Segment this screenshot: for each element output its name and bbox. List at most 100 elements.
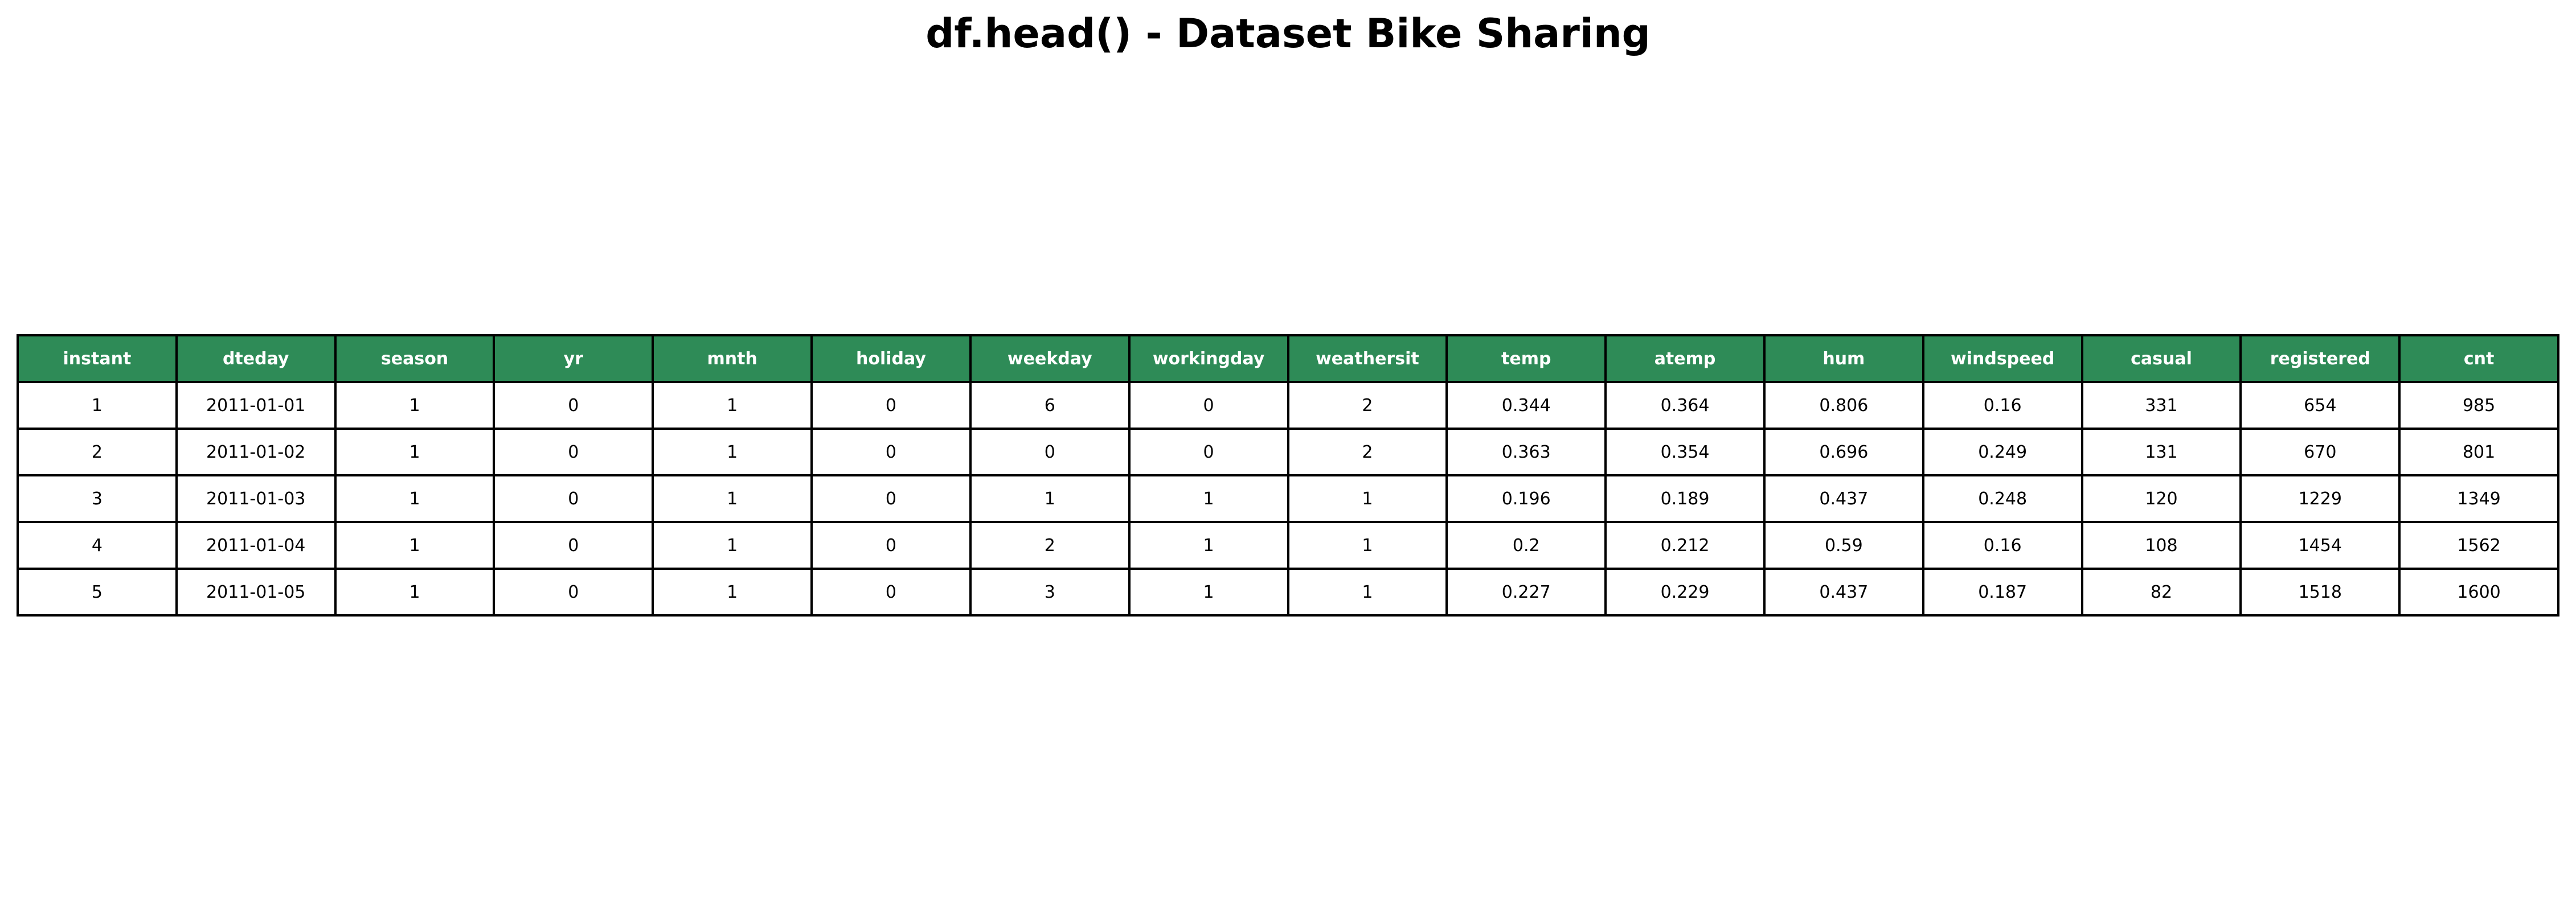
table-cell-hum: 0.696 <box>1763 428 1924 476</box>
table-cell-mnth: 1 <box>652 428 813 476</box>
table-cell-workingday: 1 <box>1128 568 1289 617</box>
table-cell-weathersit: 2 <box>1287 381 1448 430</box>
table-cell-instant: 3 <box>17 474 178 523</box>
table-cell-holiday: 0 <box>810 474 972 523</box>
table-cell-season: 1 <box>334 568 495 617</box>
column-header-cnt: cnt <box>2398 334 2559 383</box>
table-cell-yr: 0 <box>493 428 654 476</box>
column-header-yr: yr <box>493 334 654 383</box>
table-cell-weekday: 0 <box>969 428 1131 476</box>
table-cell-windspeed: 0.248 <box>1922 474 2083 523</box>
table-cell-dteday: 2011-01-05 <box>175 568 337 617</box>
table-cell-workingday: 0 <box>1128 381 1289 430</box>
table-cell-atemp: 0.229 <box>1604 568 1766 617</box>
table-cell-holiday: 0 <box>810 428 972 476</box>
column-header-hum: hum <box>1763 334 1924 383</box>
column-header-weathersit: weathersit <box>1287 334 1448 383</box>
table-cell-atemp: 0.364 <box>1604 381 1766 430</box>
table-cell-casual: 131 <box>2081 428 2242 476</box>
column-header-temp: temp <box>1445 334 1607 383</box>
table-cell-season: 1 <box>334 474 495 523</box>
table-cell-temp: 0.363 <box>1445 428 1607 476</box>
table-cell-season: 1 <box>334 381 495 430</box>
table-cell-temp: 0.2 <box>1445 521 1607 570</box>
table-cell-season: 1 <box>334 521 495 570</box>
table-cell-windspeed: 0.249 <box>1922 428 2083 476</box>
column-header-instant: instant <box>17 334 178 383</box>
table-cell-yr: 0 <box>493 568 654 617</box>
table-cell-atemp: 0.354 <box>1604 428 1766 476</box>
table-cell-weekday: 2 <box>969 521 1131 570</box>
table-cell-dteday: 2011-01-02 <box>175 428 337 476</box>
table-cell-weekday: 1 <box>969 474 1131 523</box>
table-cell-dteday: 2011-01-01 <box>175 381 337 430</box>
table-cell-mnth: 1 <box>652 521 813 570</box>
table-cell-weathersit: 1 <box>1287 474 1448 523</box>
table-cell-cnt: 801 <box>2398 428 2559 476</box>
column-header-atemp: atemp <box>1604 334 1766 383</box>
column-header-mnth: mnth <box>652 334 813 383</box>
table-cell-registered: 654 <box>2239 381 2401 430</box>
column-header-workingday: workingday <box>1128 334 1289 383</box>
table-cell-instant: 2 <box>17 428 178 476</box>
chart-title: df.head() - Dataset Bike Sharing <box>925 10 1651 57</box>
table-row: 1 2011-01-01 1 0 1 0 6 0 2 0.344 0.364 0.806 0.16 331… <box>17 381 2559 430</box>
table-cell-casual: 120 <box>2081 474 2242 523</box>
table-cell-windspeed: 0.16 <box>1922 381 2083 430</box>
table-cell-workingday: 1 <box>1128 474 1289 523</box>
table-cell-instant: 4 <box>17 521 178 570</box>
table-cell-dteday: 2011-01-04 <box>175 521 337 570</box>
column-header-windspeed: windspeed <box>1922 334 2083 383</box>
table-cell-temp: 0.227 <box>1445 568 1607 617</box>
table-cell-mnth: 1 <box>652 381 813 430</box>
table-cell-instant: 1 <box>17 381 178 430</box>
table-cell-temp: 0.196 <box>1445 474 1607 523</box>
table-cell-registered: 1518 <box>2239 568 2401 617</box>
table-cell-dteday: 2011-01-03 <box>175 474 337 523</box>
data-table: instant dteday season yr mnth holiday weekday w… <box>17 334 2559 617</box>
table-header: instant dteday season yr mnth holiday weekday w… <box>17 334 2559 383</box>
table-cell-yr: 0 <box>493 521 654 570</box>
column-header-registered: registered <box>2239 334 2401 383</box>
table-cell-weathersit: 1 <box>1287 521 1448 570</box>
table-row: 4 2011-01-04 1 0 1 0 2 1 1 0.2 0.212 0.59 0.16 108 145… <box>17 521 2559 570</box>
table-cell-holiday: 0 <box>810 521 972 570</box>
column-header-season: season <box>334 334 495 383</box>
column-header-weekday: weekday <box>969 334 1131 383</box>
column-header-dteday: dteday <box>175 334 337 383</box>
table-cell-cnt: 1562 <box>2398 521 2559 570</box>
table-cell-holiday: 0 <box>810 568 972 617</box>
table-container: instant dteday season yr mnth holiday weekday w… <box>17 334 2559 617</box>
header-row: instant dteday season yr mnth holiday weekday w… <box>17 334 2559 383</box>
table-cell-workingday: 0 <box>1128 428 1289 476</box>
table-cell-mnth: 1 <box>652 568 813 617</box>
table-cell-weekday: 3 <box>969 568 1131 617</box>
table-cell-atemp: 0.212 <box>1604 521 1766 570</box>
table-cell-hum: 0.437 <box>1763 568 1924 617</box>
table-cell-weathersit: 1 <box>1287 568 1448 617</box>
table-cell-holiday: 0 <box>810 381 972 430</box>
table-cell-cnt: 1600 <box>2398 568 2559 617</box>
column-header-casual: casual <box>2081 334 2242 383</box>
table-cell-temp: 0.344 <box>1445 381 1607 430</box>
table-cell-registered: 1229 <box>2239 474 2401 523</box>
table-row: 2 2011-01-02 1 0 1 0 0 0 2 0.363 0.354 0.696 0.249 13… <box>17 428 2559 476</box>
table-cell-casual: 331 <box>2081 381 2242 430</box>
table-cell-registered: 1454 <box>2239 521 2401 570</box>
table-cell-casual: 82 <box>2081 568 2242 617</box>
table-cell-windspeed: 0.187 <box>1922 568 2083 617</box>
table-row: 5 2011-01-05 1 0 1 0 3 1 1 0.227 0.229 0.437 0.187 82… <box>17 568 2559 617</box>
column-header-holiday: holiday <box>810 334 972 383</box>
table-cell-casual: 108 <box>2081 521 2242 570</box>
table-cell-yr: 0 <box>493 474 654 523</box>
table-cell-atemp: 0.189 <box>1604 474 1766 523</box>
table-cell-instant: 5 <box>17 568 178 617</box>
table-cell-cnt: 1349 <box>2398 474 2559 523</box>
table-cell-hum: 0.437 <box>1763 474 1924 523</box>
table-cell-weathersit: 2 <box>1287 428 1448 476</box>
table-row: 3 2011-01-03 1 0 1 0 1 1 1 0.196 0.189 0.437 0.248 12… <box>17 474 2559 523</box>
table-cell-hum: 0.59 <box>1763 521 1924 570</box>
table-cell-mnth: 1 <box>652 474 813 523</box>
table-cell-weekday: 6 <box>969 381 1131 430</box>
table-cell-hum: 0.806 <box>1763 381 1924 430</box>
